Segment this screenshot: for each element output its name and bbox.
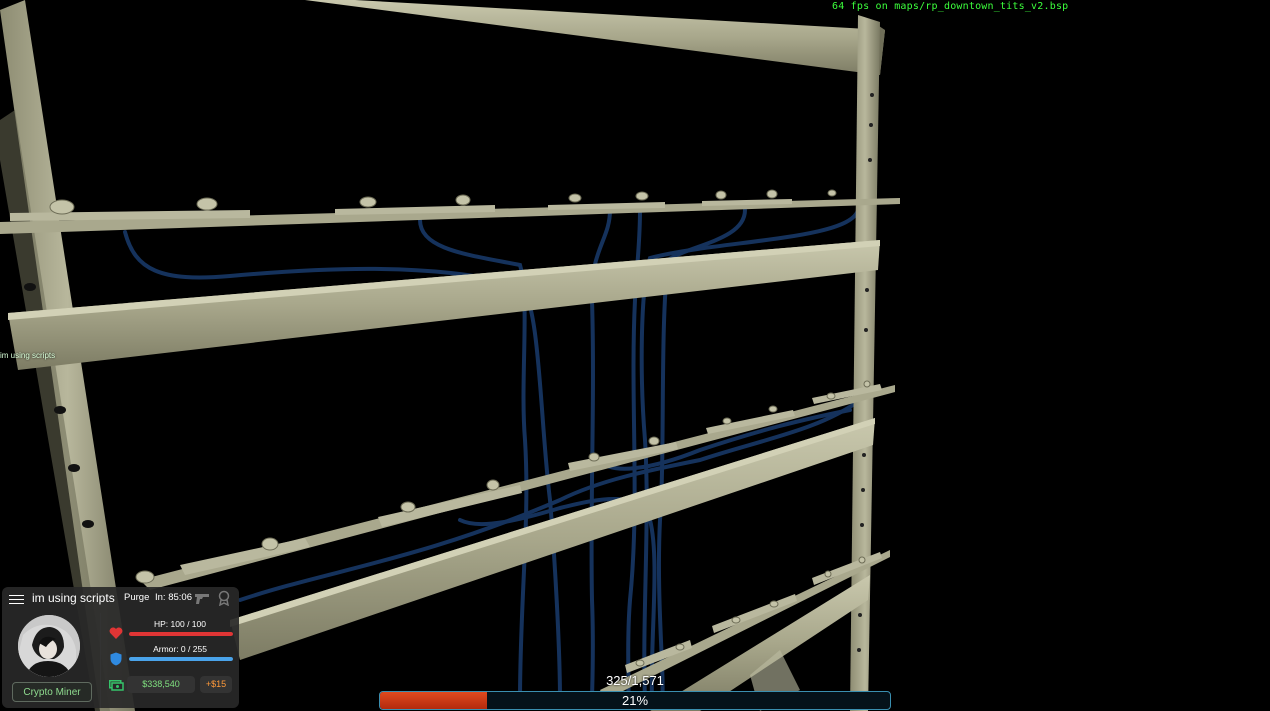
gun-icon (195, 594, 209, 604)
player-hud: im using scripts Purge In: 85:06 Crypto … (2, 587, 239, 708)
salary-display: +$15 (200, 676, 232, 693)
armor-text: Armor: 0 / 255 (153, 644, 207, 654)
fps-counter: 64 fps on maps/rp_downtown_tits_v2.bsp (832, 1, 1069, 12)
avatar (18, 615, 80, 677)
menu-icon[interactable] (9, 592, 24, 605)
money-display: $338,540 (127, 676, 195, 693)
progress-percent: 21% (621, 693, 649, 708)
player-name: im using scripts (32, 591, 115, 605)
job-label: Crypto Miner (12, 682, 92, 702)
money-icon (109, 680, 124, 691)
license-icon (218, 590, 230, 606)
purge-label: Purge (124, 592, 150, 603)
hud-header: im using scripts Purge In: 85:06 (2, 587, 239, 611)
hp-bar (129, 632, 233, 636)
hp-bar-fill (129, 632, 233, 636)
player-overhead-name: im using scripts (0, 351, 56, 360)
heart-icon (109, 627, 123, 639)
shield-icon (110, 652, 122, 666)
purge-timer: In: 85:06 (155, 592, 192, 603)
armor-bar (129, 657, 233, 661)
armor-bar-fill (129, 657, 233, 661)
hud-divider (100, 613, 101, 708)
progress-count: 325/1,571 (606, 673, 664, 688)
hp-text: HP: 100 / 100 (154, 619, 206, 629)
